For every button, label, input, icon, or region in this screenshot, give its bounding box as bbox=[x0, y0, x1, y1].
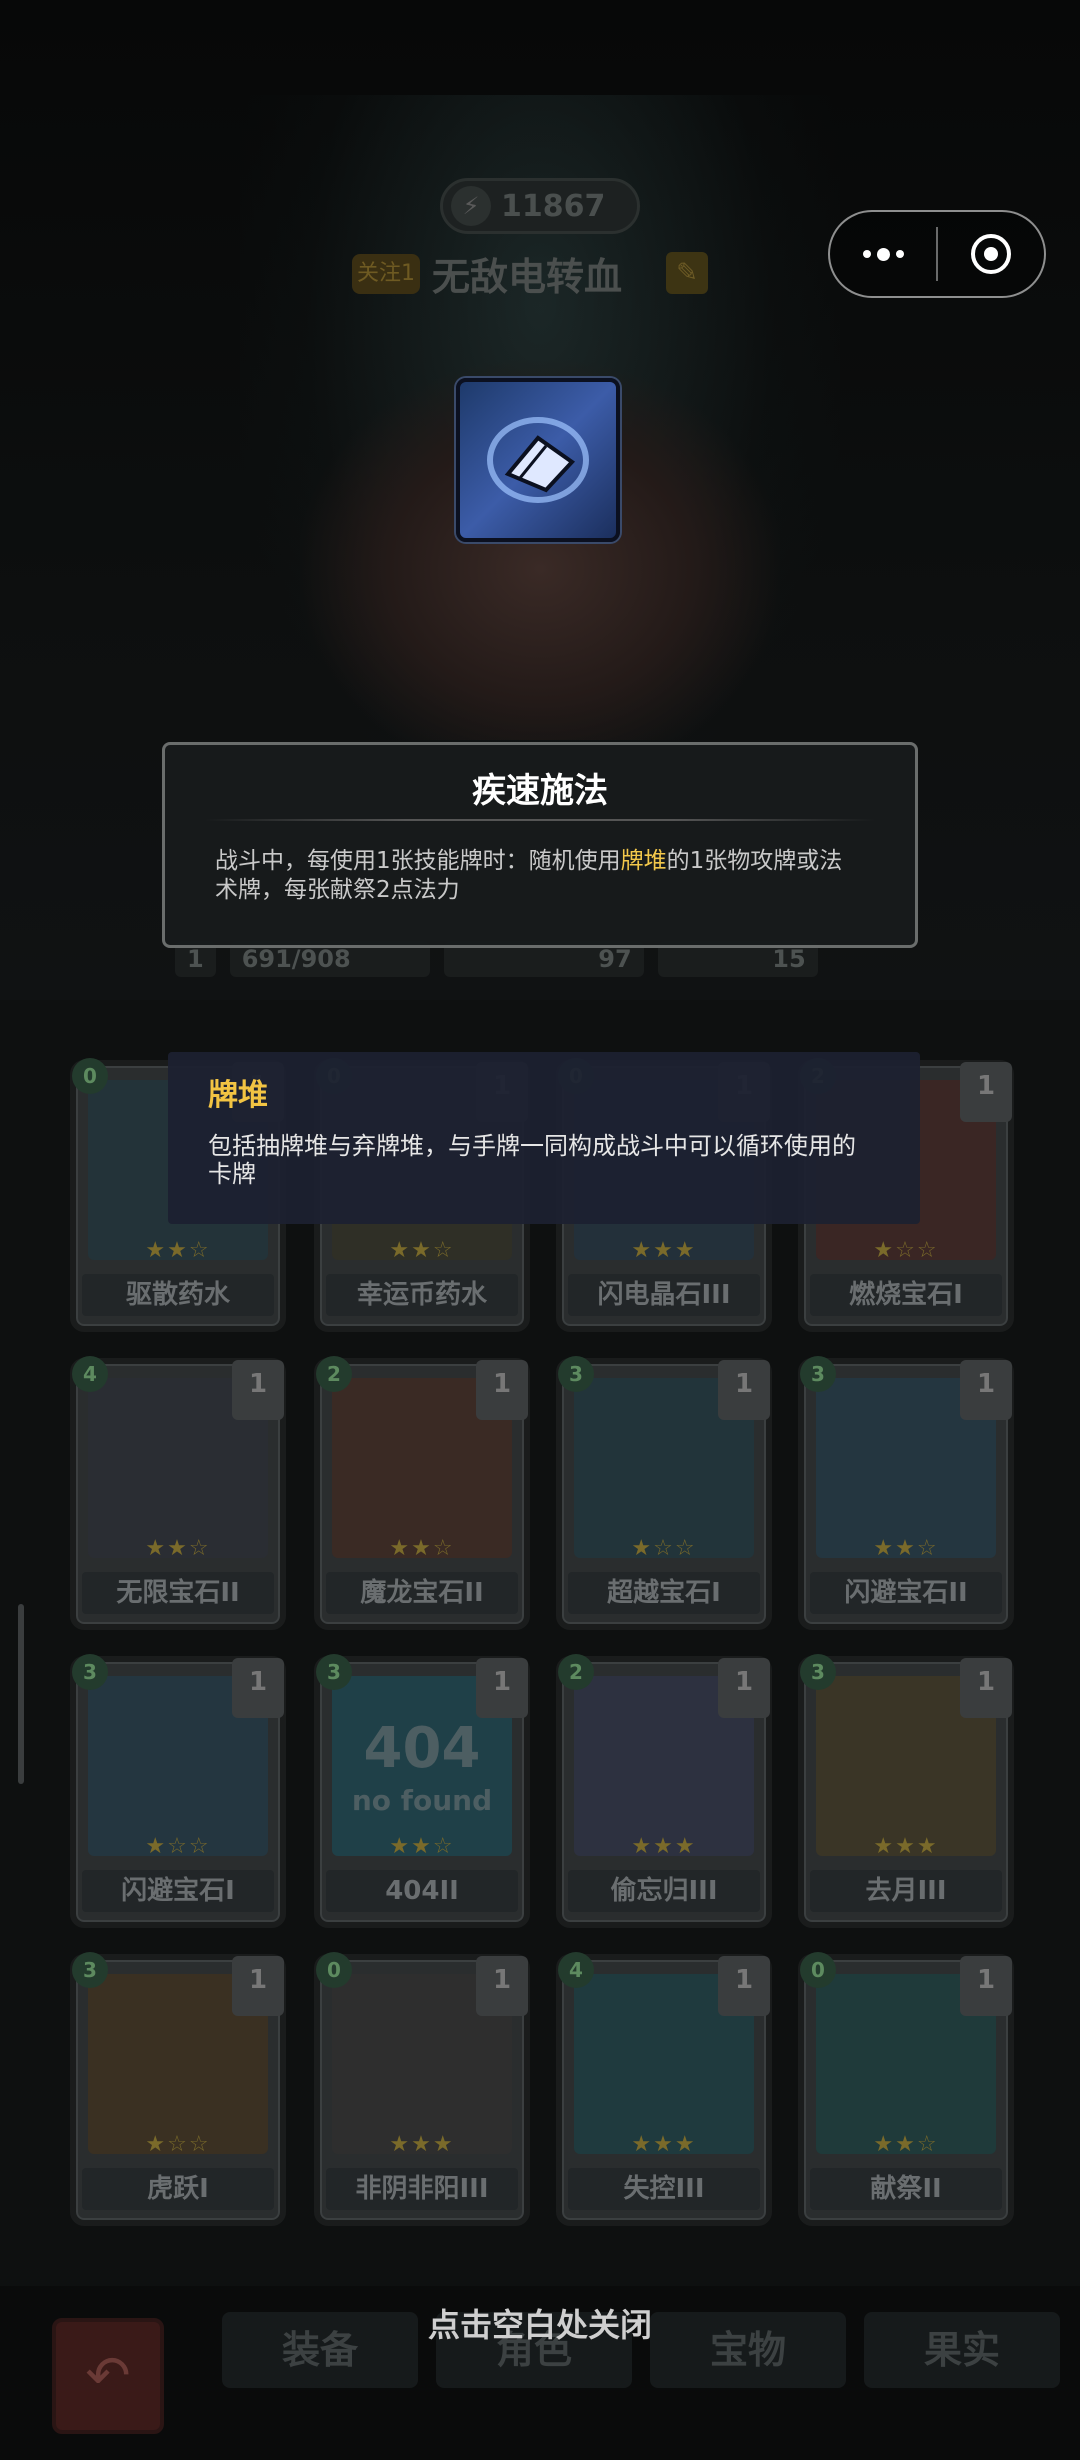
card-name: 超越宝石I bbox=[568, 1572, 760, 1614]
more-dots-icon[interactable] bbox=[830, 212, 936, 296]
card-level: 1 bbox=[232, 1956, 284, 2016]
card-cost: 3 bbox=[316, 1654, 352, 1690]
pencil-icon[interactable]: ✎ bbox=[666, 252, 708, 294]
skill-tooltip: 疾速施法 战斗中，每使用1张技能牌时：随机使用牌堆的1张物攻牌或法术牌，每张献祭… bbox=[162, 742, 918, 948]
card-level: 1 bbox=[476, 1360, 528, 1420]
keyword-description: 包括抽牌堆与弃牌堆，与手牌一同构成战斗中可以循环使用的卡牌 bbox=[208, 1132, 856, 1188]
card-stars: ★☆☆ bbox=[145, 1834, 211, 1859]
card-stars: ★★☆ bbox=[873, 1536, 939, 1561]
card-stars: ★★☆ bbox=[389, 1536, 455, 1561]
card-item[interactable]: 4 1 ★★☆ 无限宝石II bbox=[70, 1356, 286, 1630]
card-name: 驱散药水 bbox=[82, 1274, 274, 1316]
card-name: 非阴非阳III bbox=[326, 2168, 518, 2210]
card-level: 1 bbox=[718, 1658, 770, 1718]
card-cost: 3 bbox=[558, 1356, 594, 1392]
keyword-link[interactable]: 牌堆 bbox=[621, 848, 667, 874]
card-cost: 2 bbox=[558, 1654, 594, 1690]
card-level: 1 bbox=[960, 1062, 1012, 1122]
card-cost: 3 bbox=[800, 1356, 836, 1392]
skill-card-glyph-icon bbox=[487, 417, 589, 503]
card-404-sub: no found bbox=[351, 1784, 493, 1817]
card-item[interactable]: 3 1 ★★☆ 闪避宝石II bbox=[798, 1356, 1014, 1630]
card-stars: ★★☆ bbox=[389, 1834, 455, 1859]
player-name: 无敌电转血 bbox=[432, 255, 623, 299]
card-cost: 3 bbox=[72, 1654, 108, 1690]
card-name: 献祭II bbox=[810, 2168, 1002, 2210]
card-item[interactable]: 0 1 ★★☆ 献祭II bbox=[798, 1952, 1014, 2226]
card-stars: ★☆☆ bbox=[145, 2132, 211, 2157]
card-level: 1 bbox=[476, 1658, 528, 1718]
keyword-tooltip: 牌堆 包括抽牌堆与弃牌堆，与手牌一同构成战斗中可以循环使用的卡牌 bbox=[168, 1052, 920, 1224]
scrollbar[interactable] bbox=[18, 1604, 24, 1784]
card-404-text: 404 bbox=[363, 1716, 481, 1781]
card-level: 1 bbox=[718, 1956, 770, 2016]
card-stars: ★★★ bbox=[631, 1238, 697, 1263]
card-level: 1 bbox=[476, 1956, 528, 2016]
follow-tag[interactable]: 关注1 bbox=[352, 254, 420, 294]
skill-icon bbox=[456, 378, 620, 542]
close-hint[interactable]: 点击空白处关闭 bbox=[0, 2300, 1080, 2346]
skill-title: 疾速施法 bbox=[472, 771, 608, 811]
card-cost: 0 bbox=[316, 1952, 352, 1988]
card-item[interactable]: 3 1 ★☆☆ 超越宝石I bbox=[556, 1356, 772, 1630]
card-name: 燃烧宝石I bbox=[810, 1274, 1002, 1316]
card-level: 1 bbox=[232, 1658, 284, 1718]
miniprogram-close-icon[interactable] bbox=[938, 212, 1044, 296]
card-cost: 4 bbox=[72, 1356, 108, 1392]
card-item[interactable]: 2 1 ★★★ 偷忘归III bbox=[556, 1654, 772, 1928]
card-name: 去月III bbox=[810, 1870, 1002, 1912]
card-item[interactable]: 2 1 ★★☆ 魔龙宝石II bbox=[314, 1356, 530, 1630]
card-cost: 3 bbox=[72, 1952, 108, 1988]
power-badge: ⚡ 11867 bbox=[440, 178, 640, 234]
card-cost: 4 bbox=[558, 1952, 594, 1988]
card-level: 1 bbox=[960, 1956, 1012, 2016]
card-name: 幸运币药水 bbox=[326, 1274, 518, 1316]
card-item[interactable]: 3 1 ★☆☆ 虎跃I bbox=[70, 1952, 286, 2226]
card-cost: 0 bbox=[72, 1058, 108, 1094]
keyword-title: 牌堆 bbox=[208, 1078, 268, 1113]
card-cost: 0 bbox=[800, 1952, 836, 1988]
card-stars: ★★☆ bbox=[145, 1536, 211, 1561]
card-name: 魔龙宝石II bbox=[326, 1572, 518, 1614]
card-item[interactable]: 3 1 ★☆☆ 闪避宝石I bbox=[70, 1654, 286, 1928]
card-level: 1 bbox=[960, 1360, 1012, 1420]
card-name: 闪避宝石II bbox=[810, 1572, 1002, 1614]
card-stars: ★☆☆ bbox=[631, 1536, 697, 1561]
card-item[interactable]: 0 1 ★★★ 非阴非阳III bbox=[314, 1952, 530, 2226]
card-name: 无限宝石II bbox=[82, 1572, 274, 1614]
card-item[interactable]: 404 no found 3 1 ★★☆ 404II bbox=[314, 1654, 530, 1928]
card-item[interactable]: 4 1 ★★★ 失控III bbox=[556, 1952, 772, 2226]
card-name: 偷忘归III bbox=[568, 1870, 760, 1912]
card-level: 1 bbox=[232, 1360, 284, 1420]
card-stars: ★★★ bbox=[631, 1834, 697, 1859]
card-name: 失控III bbox=[568, 2168, 760, 2210]
skill-description: 战斗中，每使用1张技能牌时：随机使用牌堆的1张物攻牌或法术牌，每张献祭2点法力 bbox=[215, 848, 843, 903]
card-stars: ★★★ bbox=[873, 1834, 939, 1859]
skill-divider bbox=[205, 819, 875, 821]
power-icon: ⚡ bbox=[451, 186, 491, 226]
miniprogram-capsule bbox=[828, 210, 1046, 298]
card-stars: ★★★ bbox=[631, 2132, 697, 2157]
card-stars: ★★★ bbox=[389, 2132, 455, 2157]
card-name: 404II bbox=[326, 1870, 518, 1912]
card-level: 1 bbox=[960, 1658, 1012, 1718]
card-stars: ★☆☆ bbox=[873, 1238, 939, 1263]
power-value: 11867 bbox=[501, 188, 606, 224]
card-name: 虎跃I bbox=[82, 2168, 274, 2210]
card-item[interactable]: 3 1 ★★★ 去月III bbox=[798, 1654, 1014, 1928]
card-name: 闪电晶石III bbox=[568, 1274, 760, 1316]
card-cost: 2 bbox=[316, 1356, 352, 1392]
card-stars: ★★☆ bbox=[145, 1238, 211, 1263]
card-level: 1 bbox=[718, 1360, 770, 1420]
card-name: 闪避宝石I bbox=[82, 1870, 274, 1912]
card-stars: ★★☆ bbox=[873, 2132, 939, 2157]
card-stars: ★★☆ bbox=[389, 1238, 455, 1263]
card-cost: 3 bbox=[800, 1654, 836, 1690]
